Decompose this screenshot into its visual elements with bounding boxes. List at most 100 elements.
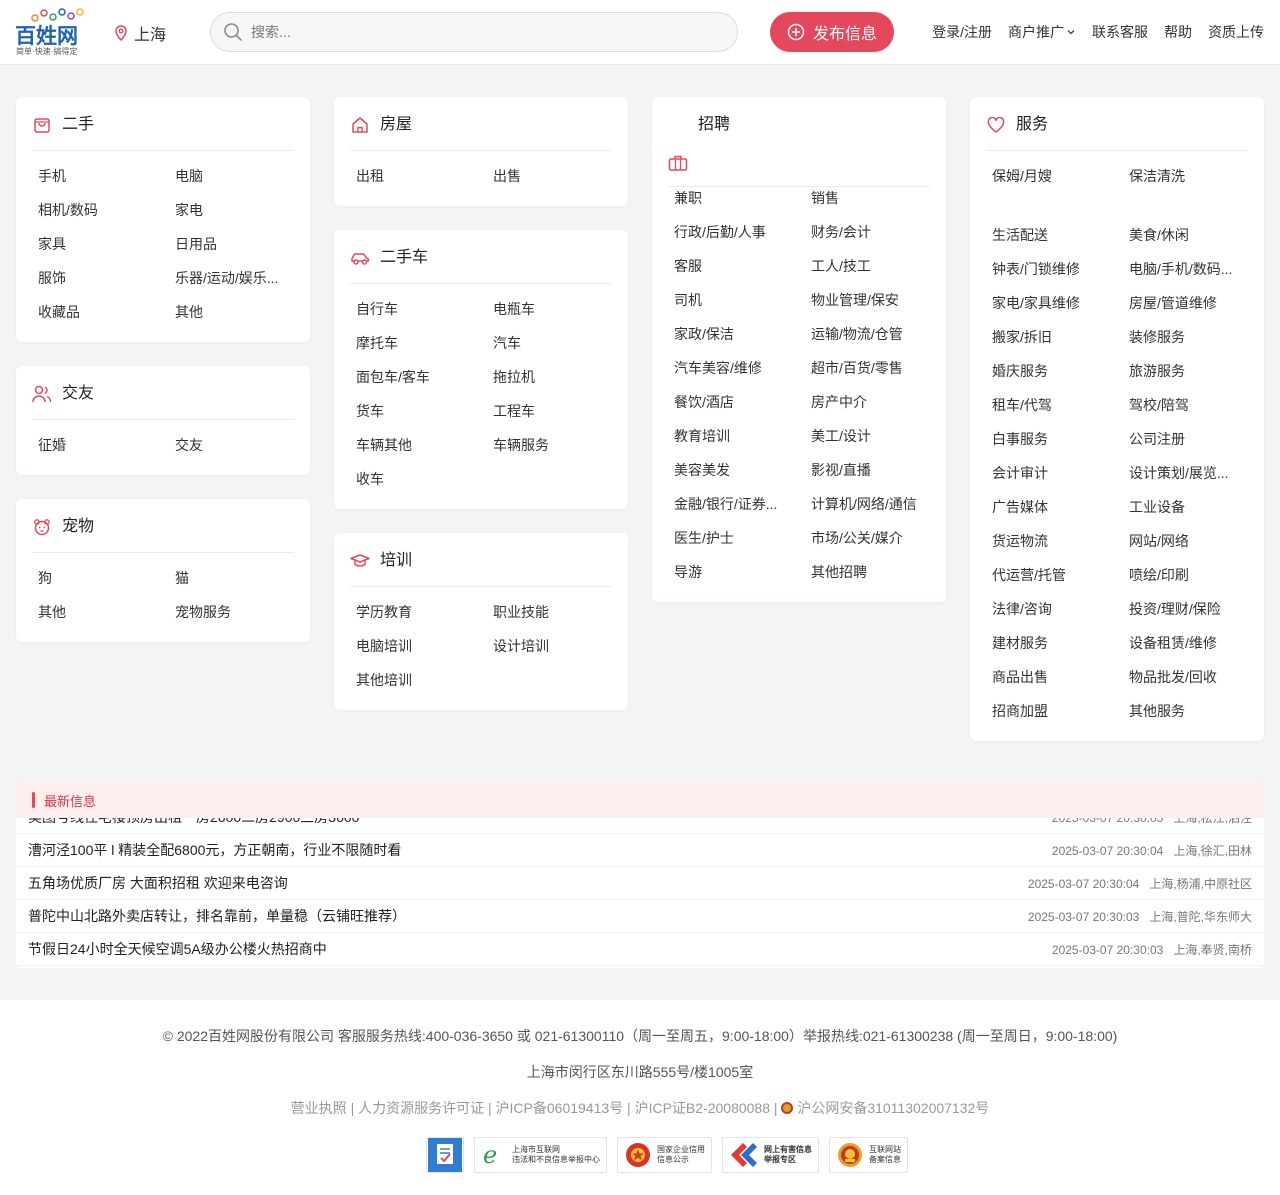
category-link[interactable]: 代运营/托管 (992, 558, 1129, 592)
category-link[interactable]: 货车 (356, 394, 493, 428)
category-link[interactable]: 旅游服务 (1129, 354, 1266, 388)
category-link[interactable]: 家政/保洁 (674, 317, 811, 351)
category-link[interactable]: 计算机/网络/通信 (811, 487, 948, 521)
category-link[interactable]: 建材服务 (992, 626, 1129, 660)
site-logo[interactable]: 百姓网 简单·快速·搞得定 (15, 8, 93, 58)
category-link[interactable]: 电脑 (175, 159, 312, 193)
category-link[interactable]: 相机/数码 (38, 193, 175, 227)
category-link[interactable]: 汽车 (493, 326, 630, 360)
category-link[interactable]: 家电 (175, 193, 312, 227)
search-box[interactable] (210, 12, 738, 52)
illegal-info-report-badge[interactable]: e 上海市互联网 违法和不良信息举报中心 (474, 1137, 607, 1173)
nav-login[interactable]: 登录/注册 (932, 22, 992, 42)
category-link[interactable]: 驾校/陪驾 (1129, 388, 1266, 422)
category-link[interactable]: 其他服务 (1129, 694, 1266, 728)
publish-button[interactable]: 发布信息 (770, 12, 894, 52)
list-item[interactable]: 漕河泾100平 l 精装全配6800元，方正朝南，行业不限随时看 2025-03… (16, 834, 1264, 867)
category-link[interactable]: 美工/设计 (811, 419, 948, 453)
category-link[interactable]: 影视/直播 (811, 453, 948, 487)
category-link[interactable]: 电脑培训 (356, 629, 493, 663)
category-link[interactable]: 公司注册 (1129, 422, 1266, 456)
category-link[interactable]: 拖拉机 (493, 360, 630, 394)
category-link[interactable]: 交友 (175, 428, 312, 462)
icp-record-link[interactable]: 沪ICP备06019413号 (496, 1100, 624, 1116)
category-link[interactable]: 装修服务 (1129, 320, 1266, 354)
hr-license-link[interactable]: 人力资源服务许可证 (358, 1100, 484, 1116)
category-link[interactable]: 运输/物流/仓管 (811, 317, 948, 351)
category-link[interactable]: 工人/技工 (811, 249, 948, 283)
category-link[interactable]: 设备租赁/维修 (1129, 626, 1266, 660)
category-link[interactable]: 广告媒体 (992, 490, 1129, 524)
category-link[interactable]: 职业技能 (493, 595, 630, 629)
category-link[interactable]: 出售 (493, 159, 630, 193)
category-link[interactable]: 搬家/拆旧 (992, 320, 1129, 354)
category-link[interactable]: 生活配送 (992, 218, 1129, 252)
category-link[interactable]: 招商加盟 (992, 694, 1129, 728)
category-link[interactable]: 金融/银行/证券... (674, 487, 811, 521)
category-link[interactable]: 房产中介 (811, 385, 948, 419)
icp-license-link[interactable]: 沪ICP证B2-20080088 (635, 1100, 770, 1116)
category-link[interactable]: 其他培训 (356, 663, 493, 697)
category-link[interactable]: 工业设备 (1129, 490, 1266, 524)
category-link[interactable]: 超市/百货/零售 (811, 351, 948, 385)
category-link[interactable]: 保姆/月嫂 (992, 159, 1129, 193)
category-link[interactable]: 医生/护士 (674, 521, 811, 555)
list-item[interactable]: 五角场优质厂房 大面积招租 欢迎来电咨询 2025-03-07 20:30:04… (16, 867, 1264, 900)
nav-contact-service[interactable]: 联系客服 (1092, 22, 1148, 42)
category-link[interactable]: 出租 (356, 159, 493, 193)
category-link[interactable]: 喷绘/印刷 (1129, 558, 1266, 592)
category-link[interactable]: 导游 (674, 555, 811, 589)
category-link[interactable]: 美食/休闲 (1129, 218, 1266, 252)
category-link[interactable]: 司机 (674, 283, 811, 317)
category-link[interactable]: 网站/网络 (1129, 524, 1266, 558)
category-link[interactable]: 学历教育 (356, 595, 493, 629)
category-link[interactable]: 收藏品 (38, 295, 175, 329)
nav-help[interactable]: 帮助 (1164, 22, 1192, 42)
category-link[interactable]: 宠物服务 (175, 595, 312, 629)
nav-qualification-upload[interactable]: 资质上传 (1208, 22, 1264, 42)
category-link[interactable]: 餐饮/酒店 (674, 385, 811, 419)
category-link[interactable]: 物业管理/保安 (811, 283, 948, 317)
category-link[interactable]: 房屋/管道维修 (1129, 286, 1266, 320)
search-input[interactable] (251, 24, 691, 40)
category-link[interactable]: 法律/咨询 (992, 592, 1129, 626)
category-link[interactable]: 电瓶车 (493, 292, 630, 326)
category-link[interactable]: 货运物流 (992, 524, 1129, 558)
category-link[interactable]: 会计审计 (992, 456, 1129, 490)
category-link[interactable]: 汽车美容/维修 (674, 351, 811, 385)
credit-info-badge[interactable]: 国家企业信用 信息公示 (617, 1137, 712, 1173)
category-link[interactable]: 乐器/运动/娱乐... (175, 261, 312, 295)
public-security-record-link[interactable]: 沪公网安备31011302007132号 (797, 1100, 989, 1116)
category-link[interactable]: 钟表/门锁维修 (992, 252, 1129, 286)
category-link[interactable]: 家具 (38, 227, 175, 261)
category-link[interactable]: 美容美发 (674, 453, 811, 487)
harmful-info-report-badge[interactable]: 网上有害信息 举报专区 (722, 1137, 819, 1173)
category-link[interactable]: 销售 (811, 181, 948, 215)
category-link[interactable]: 家电/家具维修 (992, 286, 1129, 320)
category-link[interactable]: 保洁清洗 (1129, 159, 1266, 193)
category-link[interactable]: 猫 (175, 561, 312, 595)
category-link[interactable]: 租车/代驾 (992, 388, 1129, 422)
category-link[interactable]: 手机 (38, 159, 175, 193)
category-link[interactable]: 服饰 (38, 261, 175, 295)
list-item[interactable]: 节假日24小时全天候空调5A级办公楼火热招商中 2025-03-07 20:30… (16, 933, 1264, 966)
category-link[interactable]: 自行车 (356, 292, 493, 326)
city-selector[interactable]: 上海 (114, 22, 166, 44)
category-link[interactable]: 电脑/手机/数码... (1129, 252, 1266, 286)
category-link[interactable]: 财务/会计 (811, 215, 948, 249)
category-link[interactable]: 收车 (356, 462, 493, 496)
nav-merchant-promo[interactable]: 商户推广 (1008, 22, 1076, 42)
category-link[interactable]: 车辆其他 (356, 428, 493, 462)
category-link[interactable]: 市场/公关/媒介 (811, 521, 948, 555)
category-link[interactable]: 其他招聘 (811, 555, 948, 589)
category-link[interactable]: 投资/理财/保险 (1129, 592, 1266, 626)
category-link[interactable]: 白事服务 (992, 422, 1129, 456)
category-link[interactable]: 摩托车 (356, 326, 493, 360)
certificate-badge[interactable] (426, 1137, 464, 1173)
category-link[interactable]: 车辆服务 (493, 428, 630, 462)
category-link[interactable]: 教育培训 (674, 419, 811, 453)
category-link[interactable]: 设计培训 (493, 629, 630, 663)
category-link[interactable]: 客服 (674, 249, 811, 283)
category-link[interactable]: 行政/后勤/人事 (674, 215, 811, 249)
category-link[interactable]: 兼职 (674, 181, 811, 215)
